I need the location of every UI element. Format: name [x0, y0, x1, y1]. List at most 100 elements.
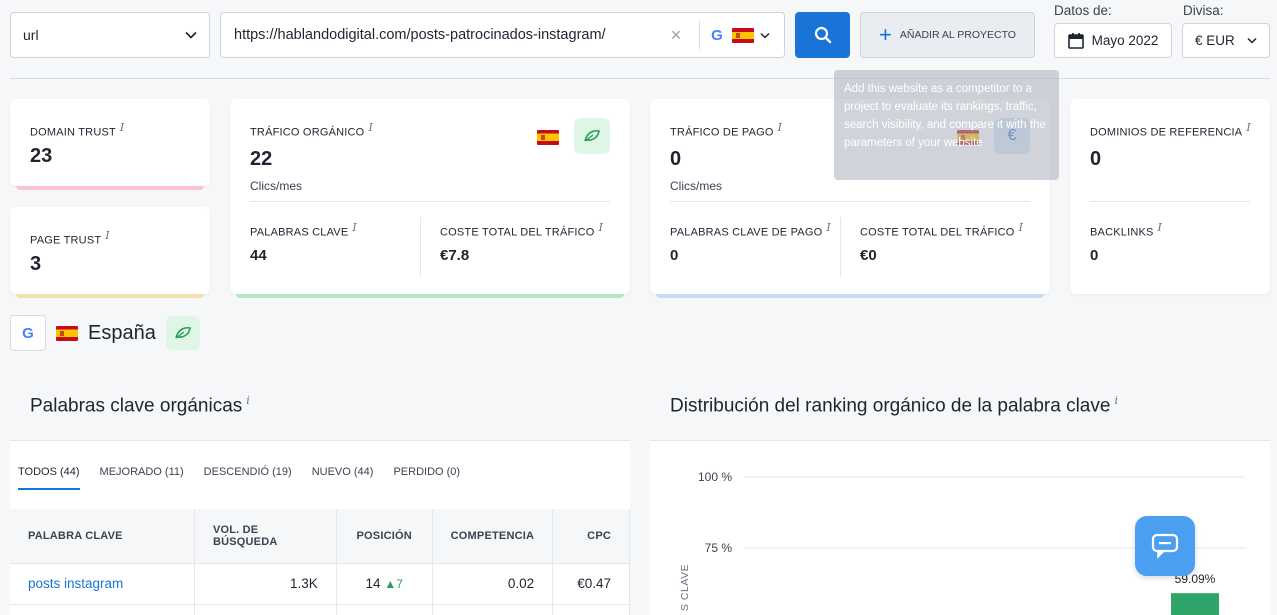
date-value: Mayo 2022 — [1091, 33, 1159, 48]
card-accent — [236, 294, 624, 298]
referring-domains-card: DOMINIOS DE REFERENCIA i 0 BACKLINKS i 0 — [1070, 99, 1270, 294]
calendar-icon — [1067, 33, 1084, 49]
info-icon[interactable]: i — [1246, 121, 1251, 134]
table-row — [10, 603, 630, 615]
domain-trust-label: DOMAIN TRUST i — [30, 121, 125, 139]
position-cell: 14 ▲7 — [336, 562, 433, 604]
tab-all[interactable]: TODOS (44) — [18, 466, 80, 490]
divider — [10, 78, 1270, 79]
spain-flag-icon — [56, 325, 78, 341]
organic-icon-box — [574, 118, 610, 154]
url-input[interactable]: https://hablandodigital.com/posts-patroc… — [220, 12, 785, 58]
leaf-icon — [175, 326, 191, 339]
info-icon[interactable]: i — [1019, 221, 1024, 234]
keyword-cell — [10, 603, 195, 615]
keyword-cell: posts instagram — [10, 562, 195, 604]
mode-select[interactable]: url — [10, 12, 210, 58]
search-button[interactable] — [795, 12, 850, 58]
keywords-value: 44 — [250, 247, 267, 264]
paid-cost-value: €0 — [860, 247, 877, 264]
table-row: posts instagram 1.3K 14 ▲7 0.02 €0.47 — [10, 562, 630, 604]
ranking-distribution-panel: Distribución del ranking orgánico de la … — [650, 366, 1270, 615]
tab-new[interactable]: NUEVO (44) — [312, 466, 374, 490]
url-input-value: https://hablandodigital.com/posts-patroc… — [234, 27, 606, 43]
domain-trust-value: 23 — [30, 145, 53, 167]
divider — [840, 217, 841, 277]
y-tick-label: 75 % — [705, 541, 733, 555]
referring-domains-value: 0 — [1090, 148, 1102, 170]
date-picker[interactable]: Mayo 2022 — [1054, 23, 1172, 58]
tab-improved[interactable]: MEJORADO (11) — [100, 466, 184, 490]
chevron-down-icon — [185, 31, 197, 39]
chat-icon — [1151, 533, 1179, 559]
info-icon[interactable]: i — [105, 229, 110, 242]
divider — [1090, 201, 1250, 202]
chat-button[interactable] — [1135, 516, 1195, 576]
info-icon[interactable]: i — [368, 121, 373, 134]
column-cpc[interactable]: CPC — [552, 509, 630, 563]
spain-flag-icon — [732, 27, 754, 43]
organic-traffic-value: 22 — [250, 148, 273, 170]
page-trust-label: PAGE TRUST i — [30, 229, 110, 247]
search-icon — [814, 26, 831, 44]
distribution-bar[interactable] — [1171, 593, 1219, 615]
info-icon[interactable]: i — [1114, 394, 1118, 407]
organic-traffic-unit: Clics/mes — [250, 179, 303, 193]
search-engine-select[interactable]: G — [708, 26, 784, 44]
info-icon[interactable]: i — [246, 394, 250, 407]
info-icon[interactable]: i — [352, 221, 357, 234]
keyword-link[interactable]: posts instagram — [28, 576, 123, 591]
spain-flag-icon — [537, 130, 559, 145]
currency-label: Divisa: — [1183, 3, 1224, 18]
google-icon: G — [711, 26, 723, 44]
google-icon-box: G — [10, 315, 46, 351]
date-label: Datos de: — [1054, 3, 1112, 18]
paid-keywords-label: PALABRAS CLAVE DE PAGO i — [670, 221, 831, 239]
info-icon[interactable]: i — [1158, 221, 1163, 234]
card-accent — [16, 186, 204, 190]
column-position[interactable]: POSICIÓN — [336, 509, 433, 563]
info-icon[interactable]: i — [778, 121, 783, 134]
position-cell — [336, 603, 433, 615]
add-to-project-button[interactable]: + AÑADIR AL PROYECTO — [860, 12, 1035, 58]
column-volume[interactable]: VOL. DE BÚSQUEDA — [194, 509, 337, 563]
competition-cell — [432, 603, 554, 615]
traffic-cost-value: €7.8 — [440, 247, 470, 264]
tab-declined[interactable]: DESCENDIÓ (19) — [204, 466, 292, 490]
competition-cell: 0.02 — [432, 562, 554, 604]
keyword-filter-tabs: TODOS (44) MEJORADO (11) DESCENDIÓ (19) … — [18, 466, 460, 490]
chevron-down-icon — [760, 32, 770, 39]
currency-select[interactable]: € EUR — [1182, 23, 1270, 58]
table-header-row: PALABRA CLAVE VOL. DE BÚSQUEDA POSICIÓN … — [10, 509, 630, 563]
organic-traffic-label: TRÁFICO ORGÁNICO i — [250, 121, 373, 139]
add-to-project-label: AÑADIR AL PROYECTO — [899, 29, 1016, 41]
page-trust-card: PAGE TRUST i 3 — [10, 207, 210, 298]
add-project-tooltip: Add this website as a competitor to a pr… — [834, 70, 1059, 180]
google-icon: G — [22, 324, 34, 342]
info-icon[interactable]: i — [826, 221, 831, 234]
cpc-cell: €0.47 — [552, 562, 630, 604]
tab-lost[interactable]: PERDIDO (0) — [393, 466, 460, 490]
chevron-down-icon — [1247, 37, 1257, 44]
leaf-icon — [584, 129, 600, 142]
clear-icon[interactable]: × — [661, 25, 691, 46]
mode-select-value: url — [23, 27, 39, 43]
currency-value: € EUR — [1195, 33, 1235, 48]
y-axis-label: S CLAVE — [679, 564, 691, 611]
divider — [250, 201, 610, 202]
domain-trust-card: DOMAIN TRUST i 23 — [10, 99, 210, 190]
panel-title: Palabras clave orgánicas i — [30, 394, 250, 417]
panel-title: Distribución del ranking orgánico de la … — [670, 394, 1118, 417]
volume-cell — [194, 603, 337, 615]
paid-traffic-label: TRÁFICO DE PAGO i — [670, 121, 783, 139]
column-keyword[interactable]: PALABRA CLAVE — [10, 509, 195, 563]
keywords-table: PALABRA CLAVE VOL. DE BÚSQUEDA POSICIÓN … — [10, 509, 630, 615]
keywords-label: PALABRAS CLAVE i — [250, 221, 357, 239]
column-competition[interactable]: COMPETENCIA — [432, 509, 554, 563]
panel-header: Palabras clave orgánicas i — [10, 366, 630, 441]
card-accent — [656, 294, 1044, 298]
info-icon[interactable]: i — [599, 221, 604, 234]
card-accent — [16, 294, 204, 298]
divider — [420, 217, 421, 277]
info-icon[interactable]: i — [120, 121, 125, 134]
